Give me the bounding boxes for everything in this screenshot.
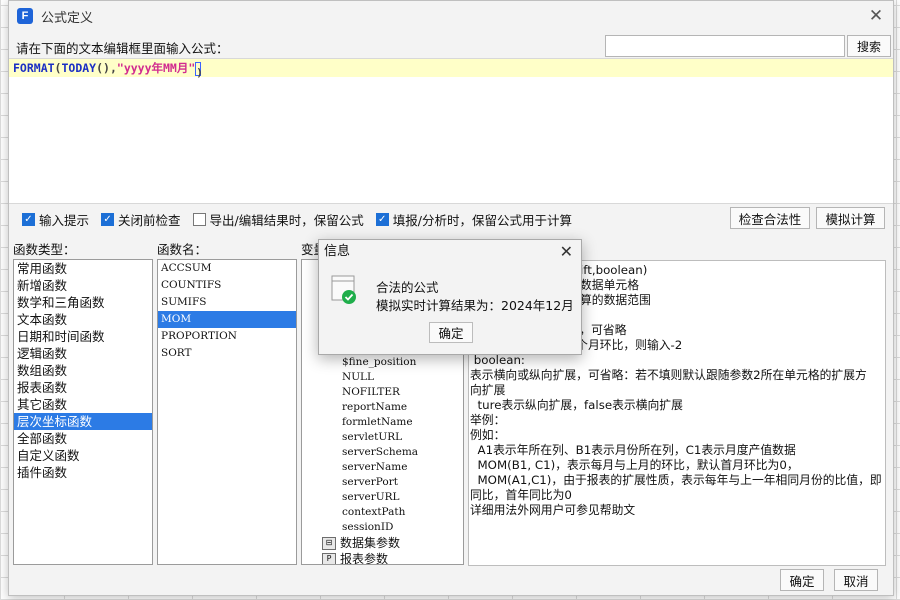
option-keep-formula-fill[interactable]: ✓ 填报/分析时，保留公式用于计算 xyxy=(375,210,572,229)
checkbox-checked-icon[interactable]: ✓ xyxy=(375,213,389,226)
function-name-item[interactable]: SUMIFS xyxy=(158,294,296,311)
function-type-item[interactable]: 自定义函数 xyxy=(14,447,152,464)
option-keep-formula-export[interactable]: 导出/编辑结果时，保留公式 xyxy=(192,210,364,229)
close-icon[interactable]: ✕ xyxy=(560,242,573,261)
function-name-item[interactable]: SORT xyxy=(158,345,296,362)
function-name-list[interactable]: ACCSUM COUNTIFS SUMIFS MOM PROPORTION SORT xyxy=(157,259,297,565)
description-line: MOM(A1,C1)，由于报表的扩展性质，表示每年与上一年相同月份的比值，即 xyxy=(470,473,882,487)
variable-item[interactable]: serverPort xyxy=(302,475,463,490)
function-name-item[interactable]: ACCSUM xyxy=(158,260,296,277)
editor-prompt: 请在下面的文本编辑框里面输入公式： xyxy=(16,41,229,56)
close-icon[interactable]: ✕ xyxy=(865,5,887,27)
message-line-1: 合法的公式 xyxy=(376,280,439,295)
variable-item[interactable]: formletName xyxy=(302,415,463,430)
report-param-icon: P xyxy=(322,552,336,564)
function-type-list[interactable]: 常用函数 新增函数 数学和三角函数 文本函数 日期和时间函数 逻辑函数 数组函数 报表函数 其它… xyxy=(13,259,153,565)
cancel-button[interactable]: 取消 xyxy=(834,569,878,591)
function-type-item[interactable]: 日期和时间函数 xyxy=(14,328,152,345)
variable-item[interactable]: servletURL xyxy=(302,430,463,445)
description-line: 同比，首年同比为0 xyxy=(470,488,572,502)
info-message-box: 信息 ✕ 合法的公式 模拟实时计算结果为：2024年12月 确定 xyxy=(318,239,582,355)
function-type-item[interactable]: 常用函数 xyxy=(14,260,152,277)
function-type-item[interactable]: 报表函数 xyxy=(14,379,152,396)
function-type-item[interactable]: 文本函数 xyxy=(14,311,152,328)
function-name-item[interactable]: PROPORTION xyxy=(158,328,296,345)
variable-folder[interactable]: ⊟ 数据集参数 xyxy=(302,535,463,551)
formula-function-format: FORMAT xyxy=(13,61,55,75)
function-type-item[interactable]: 数组函数 xyxy=(14,362,152,379)
text-cursor: ) xyxy=(195,61,203,79)
variable-item[interactable]: contextPath xyxy=(302,505,463,520)
description-line: 表示横向或纵向扩展，可省略：若不填则默认跟随参数2所在单元格的扩展方 xyxy=(470,368,867,382)
checkbox-unchecked-icon[interactable] xyxy=(192,213,206,226)
variable-item[interactable]: NULL xyxy=(302,370,463,385)
ok-button[interactable]: 确定 xyxy=(780,569,824,591)
variable-folder[interactable]: P 报表参数 xyxy=(302,551,463,565)
dialog-title: 公式定义 xyxy=(41,10,94,26)
function-type-item[interactable]: 逻辑函数 xyxy=(14,345,152,362)
message-title: 信息 xyxy=(324,244,351,259)
description-line: ture表示纵向扩展，false表示横向扩展 xyxy=(470,398,683,412)
check-validity-button[interactable]: 检查合法性 xyxy=(730,207,810,229)
option-input-hint[interactable]: ✓ 输入提示 xyxy=(22,210,89,229)
formula-paren: ) xyxy=(196,65,203,79)
function-type-item[interactable]: 其它函数 xyxy=(14,396,152,413)
search-button[interactable]: 搜索 xyxy=(847,35,891,57)
description-line: 例如： xyxy=(470,428,506,442)
function-name-item[interactable]: MOM xyxy=(158,311,296,328)
option-label: 填报/分析时，保留公式用于计算 xyxy=(392,213,572,228)
variable-item[interactable]: sessionID xyxy=(302,520,463,535)
dialog-titlebar: F 公式定义 xyxy=(9,1,893,31)
description-line: A1表示年所在列、B1表示月份所在列，C1表示月度产值数据 xyxy=(470,443,796,457)
function-name-item[interactable]: COUNTIFS xyxy=(158,277,296,294)
search-input[interactable] xyxy=(605,35,845,57)
function-name-label: 函数名： xyxy=(157,242,208,257)
variable-item[interactable]: serverSchema xyxy=(302,445,463,460)
formula-editor[interactable]: FORMAT(TODAY(),"yyyy年MM月") xyxy=(9,58,893,204)
function-type-label: 函数类型： xyxy=(13,242,76,257)
variable-item[interactable]: $fine_position xyxy=(302,355,463,370)
message-line-2: 模拟实时计算结果为：2024年12月 xyxy=(376,298,574,313)
dataset-param-icon: ⊟ xyxy=(322,536,336,550)
variable-item[interactable]: serverURL xyxy=(302,490,463,505)
description-line: 向扩展 xyxy=(470,383,506,397)
success-check-icon xyxy=(331,275,357,305)
description-line: 详细用法外网用户可参见帮助文 xyxy=(470,503,636,517)
variable-folder-label: 报表参数 xyxy=(340,552,389,565)
variable-item[interactable]: serverName xyxy=(302,460,463,475)
function-type-item[interactable]: 新增函数 xyxy=(14,277,152,294)
variable-folder-label: 数据集参数 xyxy=(340,536,401,550)
function-type-item[interactable]: 插件函数 xyxy=(14,464,152,481)
formula-function-today: TODAY xyxy=(61,61,97,75)
option-label: 关闭前检查 xyxy=(118,213,181,228)
function-type-item[interactable]: 全部函数 xyxy=(14,430,152,447)
variable-item[interactable]: NOFILTER xyxy=(302,385,463,400)
formula-string: "yyyy年MM月" xyxy=(116,61,196,75)
function-type-item[interactable]: 层次坐标函数 xyxy=(14,413,152,430)
message-ok-button[interactable]: 确定 xyxy=(429,322,473,343)
option-label: 导出/编辑结果时，保留公式 xyxy=(209,213,364,228)
checkbox-checked-icon[interactable]: ✓ xyxy=(101,213,115,226)
description-line: MOM(B1, C1)，表示每月与上月的环比，默认首月环比为0， xyxy=(470,458,799,472)
description-line: 举例： xyxy=(470,413,506,427)
formula-line[interactable]: FORMAT(TODAY(),"yyyy年MM月") xyxy=(9,59,893,79)
description-line: boolean: xyxy=(470,353,525,367)
options-row: ✓ 输入提示 ✓ 关闭前检查 导出/编辑结果时，保留公式 ✓ 填报/分析时，保留公式用… xyxy=(22,210,572,229)
formula-paren: (), xyxy=(96,61,117,75)
app-logo-icon: F xyxy=(17,8,33,24)
simulate-button[interactable]: 模拟计算 xyxy=(816,207,885,229)
variable-item[interactable]: reportName xyxy=(302,400,463,415)
option-label: 输入提示 xyxy=(39,213,90,228)
function-type-item[interactable]: 数学和三角函数 xyxy=(14,294,152,311)
option-check-on-close[interactable]: ✓ 关闭前检查 xyxy=(101,210,181,229)
checkbox-checked-icon[interactable]: ✓ xyxy=(22,213,35,226)
